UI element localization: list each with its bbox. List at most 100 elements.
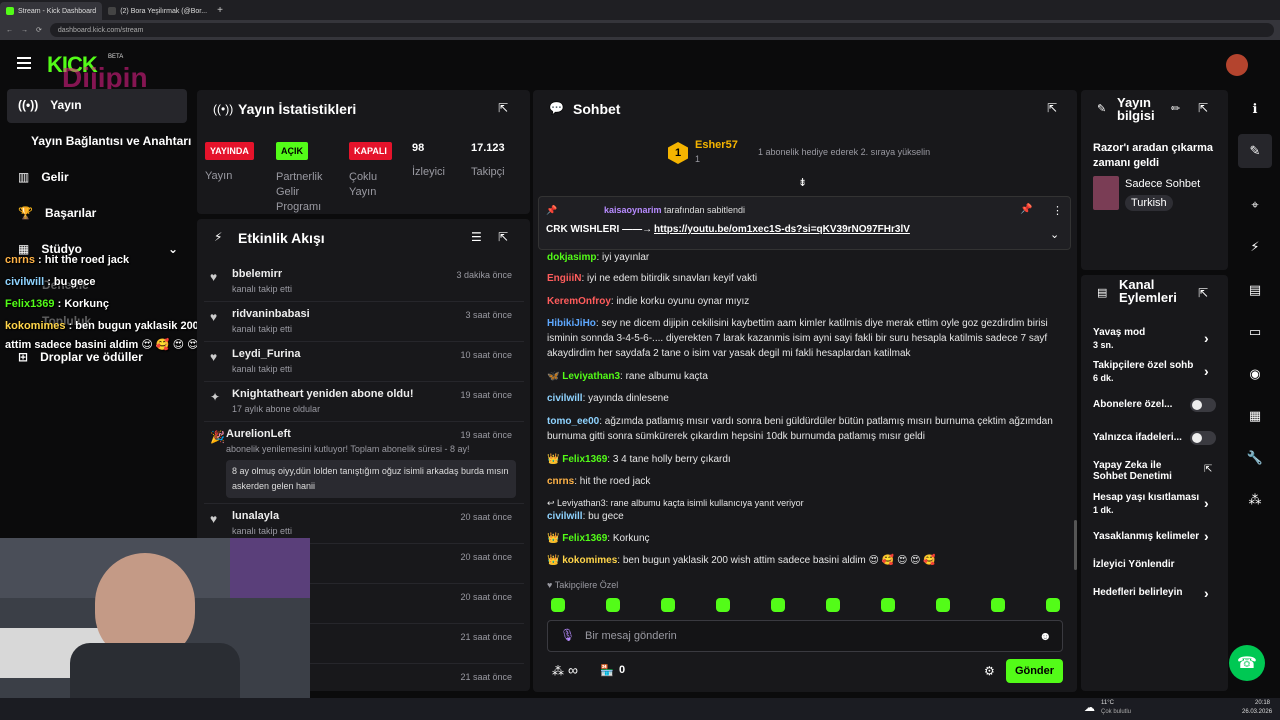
pencil-icon[interactable]: ✎: [1244, 140, 1266, 162]
sidebar-item-stream-key[interactable]: Yayın Bağlantısı ve Anahtarı: [31, 134, 191, 148]
mic-icon[interactable]: 🎙: [560, 628, 575, 642]
filter-icon[interactable]: ☰: [471, 230, 482, 244]
chat-username[interactable]: HibikiJiHo: [547, 318, 596, 329]
store-count: 0: [619, 664, 626, 676]
gift-icon: ⊞: [18, 350, 29, 364]
broadcast-icon[interactable]: ◉: [1244, 363, 1266, 385]
top-gifter-name[interactable]: Esher57: [695, 139, 738, 151]
chat-username[interactable]: Felix1369: [562, 454, 607, 465]
more-options-icon[interactable]: ⋮: [1052, 204, 1063, 217]
chat-text: : indie korku oyunu oynar mıyız: [610, 296, 750, 307]
activity-row: ♥ Leydi_Furina kanalı takip etti 10 saat ön…: [204, 342, 524, 382]
chevron-right-icon[interactable]: ›: [1204, 363, 1209, 379]
chat-username[interactable]: cnrns: [547, 476, 574, 487]
chat-username[interactable]: dokjasimp: [547, 252, 596, 263]
raid-label[interactable]: İzleyici Yönlendir: [1093, 559, 1175, 570]
emote-icon[interactable]: [771, 598, 785, 612]
target-icon[interactable]: ⌖: [1244, 194, 1266, 216]
emote-icon[interactable]: [606, 598, 620, 612]
goals-label[interactable]: Hedefleri belirleyin: [1093, 587, 1182, 598]
multistream-badge: KAPALI: [349, 142, 392, 160]
pinned-label: CRK WISHLERI ——→: [546, 224, 653, 235]
unpin-icon[interactable]: 📌: [1020, 204, 1032, 215]
chat-bubble-icon[interactable]: ▭: [1244, 321, 1266, 343]
chat-username[interactable]: civilwill: [547, 393, 583, 404]
chat-username[interactable]: EngiiiN: [547, 273, 581, 284]
info-icon[interactable]: ℹ: [1244, 98, 1266, 120]
webcam-video: [0, 538, 310, 698]
avatar[interactable]: [1226, 54, 1248, 76]
followers-only-setting[interactable]: Takipçilere özel sohb: [1093, 360, 1203, 371]
chat-text: : ağzımda patlamış mısır vardı sonra ben…: [547, 416, 1053, 442]
sidebar-item-yayin[interactable]: ((•)) Yayın: [18, 98, 82, 112]
banned-words-label[interactable]: Yasaklanmış kelimeler: [1093, 531, 1201, 542]
points-icon[interactable]: ⁂: [552, 664, 564, 678]
forward-icon[interactable]: →: [21, 27, 28, 34]
lightning-icon[interactable]: ⚡: [1244, 236, 1266, 258]
pinned-link[interactable]: https://youtu.be/om1xec1S-ds?si=qKV39rNO…: [654, 224, 910, 235]
gear-icon[interactable]: ⚙: [984, 664, 995, 678]
emote-icon[interactable]: [991, 598, 1005, 612]
webcam-shirt: [70, 643, 240, 698]
ai-moderation-label[interactable]: Yapay Zeka ile Sohbet Denetimi: [1093, 460, 1185, 482]
chat-input-placeholder: Bir mesaj gönderin: [585, 630, 677, 642]
activity-name: AurelionLeft: [226, 428, 291, 440]
url-input[interactable]: dashboard.kick.com/stream: [49, 23, 1274, 37]
sidebar-item-droplar[interactable]: ⊞ Droplar ve ödüller: [18, 350, 143, 364]
browser-tab-kick[interactable]: Stream - Kick Dashboard: [0, 2, 103, 20]
activity-title: Etkinlik Akışı: [238, 230, 325, 246]
popout-icon[interactable]: ⇱: [498, 230, 508, 244]
emote-icon[interactable]: [551, 598, 565, 612]
chevron-down-icon[interactable]: ⌄: [1050, 228, 1059, 241]
chat-username[interactable]: tomo_ee00: [547, 416, 599, 427]
tab-title: (2) Bora Yeşilırmak (@Bor...: [120, 7, 208, 15]
chat-scrollbar[interactable]: [1074, 520, 1077, 570]
chat-username[interactable]: Leviyathan3: [562, 371, 620, 382]
chat-username[interactable]: Felix1369: [562, 533, 607, 544]
viewers-count: 98: [412, 142, 425, 154]
emote-icon[interactable]: [826, 598, 840, 612]
popout-icon[interactable]: ⇱: [1198, 101, 1208, 115]
account-age-label[interactable]: Hesap yaşı kısıtlaması: [1093, 492, 1201, 503]
external-link-icon[interactable]: ⇱: [1204, 464, 1212, 475]
emote-icon[interactable]: [881, 598, 895, 612]
emote-icon[interactable]: [936, 598, 950, 612]
store-icon[interactable]: 🏪: [600, 664, 614, 677]
layout-icon[interactable]: ▦: [1244, 405, 1266, 427]
points-icon[interactable]: ⁂: [1244, 489, 1266, 511]
chat-username[interactable]: civilwill: [547, 511, 583, 522]
wrench-icon[interactable]: 🔧: [1244, 447, 1266, 469]
chevron-right-icon[interactable]: ›: [1204, 585, 1209, 601]
support-headset-icon[interactable]: ☎: [1229, 645, 1265, 681]
chat-username[interactable]: KeremOnfroy: [547, 296, 611, 307]
clipboard-icon[interactable]: ▤: [1244, 279, 1266, 301]
emoji-icon[interactable]: ☻: [1039, 629, 1052, 643]
emote-icon[interactable]: [661, 598, 675, 612]
overlay-text: : hit the roed jack: [34, 254, 130, 266]
hamburger-menu-icon[interactable]: [17, 57, 31, 69]
tab-title: Stream - Kick Dashboard: [18, 7, 97, 15]
back-icon[interactable]: ←: [6, 27, 13, 34]
edit-icon[interactable]: ✏: [1171, 102, 1180, 115]
emote-icon[interactable]: [716, 598, 730, 612]
browser-tab-x[interactable]: (2) Bora Yeşilırmak (@Bor...: [102, 2, 213, 20]
send-button[interactable]: Gönder: [1006, 659, 1063, 683]
chat-username[interactable]: kokomimes: [562, 555, 617, 566]
subscribers-only-toggle[interactable]: [1190, 398, 1216, 412]
reload-icon[interactable]: ⟳: [36, 26, 42, 34]
scroll-down-icon[interactable]: ⇟: [798, 176, 807, 189]
sidebar-item-basarilar[interactable]: 🏆 Başarılar: [18, 206, 96, 220]
popout-icon[interactable]: ⇱: [498, 101, 508, 115]
new-tab-button[interactable]: +: [217, 5, 223, 16]
chevron-right-icon[interactable]: ›: [1204, 528, 1209, 544]
chat-message: EngiiiN: iyi ne edem bitirdik sınavları …: [547, 271, 1067, 286]
slow-mode-label[interactable]: Yavaş mod: [1093, 327, 1145, 338]
emotes-only-toggle[interactable]: [1190, 431, 1216, 445]
sidebar-item-gelir[interactable]: ▥ Gelir: [18, 170, 69, 184]
popout-icon[interactable]: ⇱: [1198, 286, 1208, 300]
chevron-right-icon[interactable]: ›: [1204, 330, 1209, 346]
chevron-right-icon[interactable]: ›: [1204, 495, 1209, 511]
popout-icon[interactable]: ⇱: [1047, 101, 1057, 115]
chat-message: 🦋 Leviyathan3: rane albumu kaçta: [547, 369, 1067, 384]
emote-icon[interactable]: [1046, 598, 1060, 612]
